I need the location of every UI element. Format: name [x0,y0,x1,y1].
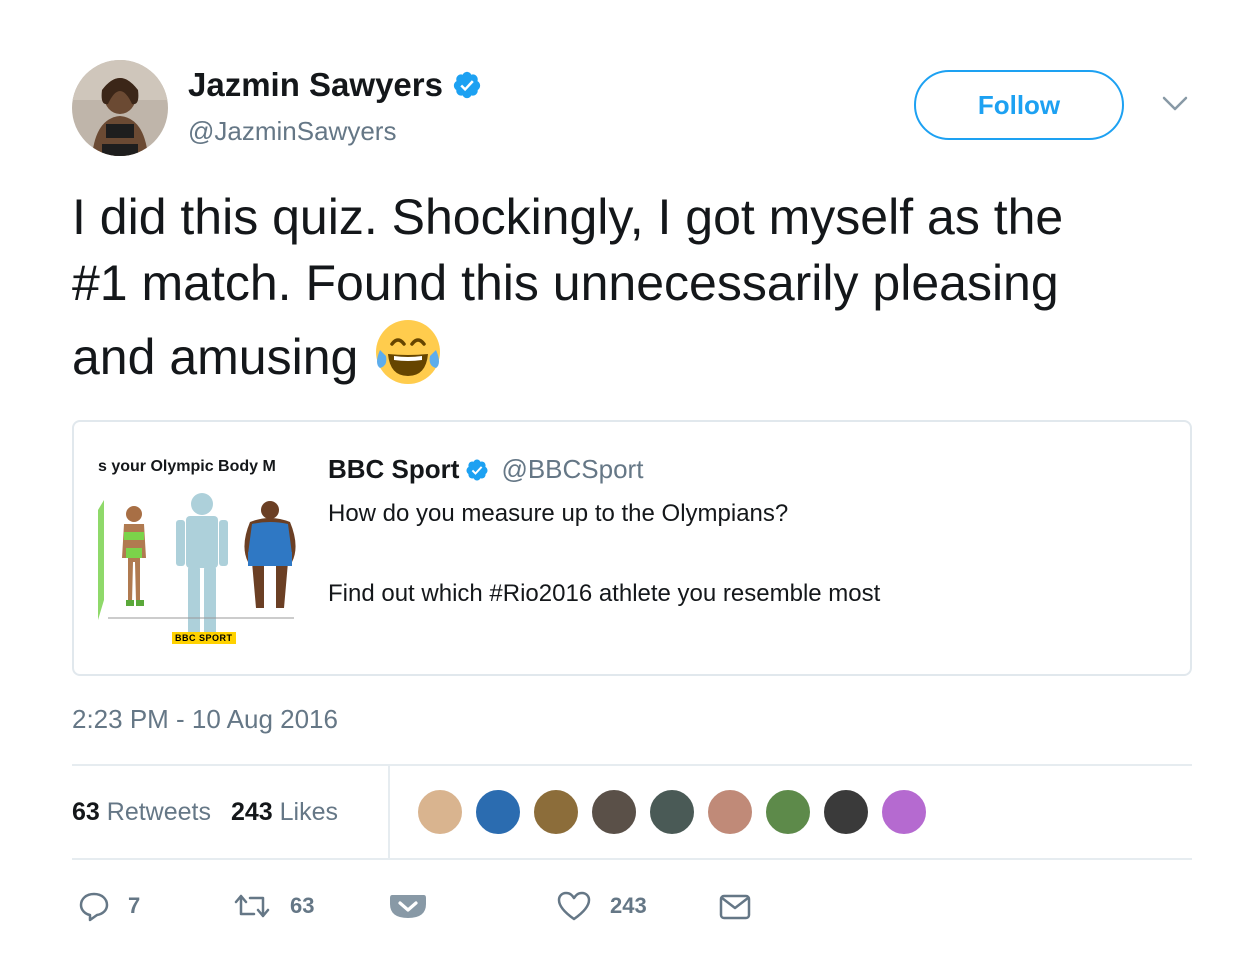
tweet-timestamp[interactable]: 2:23 PM - 10 Aug 2016 [72,704,338,735]
quoted-tweet-text: How do you measure up to the Olympians? … [328,494,880,614]
divider [72,858,1192,860]
quoted-text-line: Find out which #Rio2016 athlete you rese… [328,580,881,607]
author-name-text[interactable]: Jazmin Sawyers [188,66,443,104]
author-handle[interactable]: @JazminSawyers [188,116,396,147]
face-with-tears-of-joy-icon [376,320,441,384]
bbc-sport-logo: BBC SPORT [172,632,236,644]
tweet-text-line: I did this quiz. Shockingly, I got mysel… [72,189,1064,245]
likes-count: 243 [230,797,273,826]
retweets-label: Retweets [106,797,211,826]
quoted-text-spacer [328,534,880,574]
like-count: 243 [610,893,647,918]
liker-avatar[interactable] [532,788,580,836]
tweet-actions: 7 63 243 [78,884,778,928]
author-avatar[interactable] [72,60,168,156]
likes-label: Likes [279,797,339,826]
author-name[interactable]: Jazmin Sawyers [188,66,482,104]
liker-avatar[interactable] [474,788,522,836]
quoted-author-handle[interactable]: @BBCSport [501,454,643,485]
liker-avatar[interactable] [822,788,870,836]
retweets-count: 63 [72,797,100,826]
direct-message-button[interactable] [718,884,752,928]
pocket-button[interactable] [388,884,428,928]
stats-divider [388,766,390,858]
verified-badge-icon [453,71,481,99]
verified-badge-icon [466,459,488,480]
liker-avatar[interactable] [706,788,754,836]
liker-avatar[interactable] [416,788,464,836]
liker-avatar[interactable] [648,788,696,836]
reply-count: 7 [128,893,141,918]
retweet-icon [234,894,270,918]
liker-avatar[interactable] [764,788,812,836]
quoted-image-title: s your Olympic Body M [98,458,276,475]
tweet-text-line-last: and amusing [72,316,1202,390]
quoted-text-line: How do you measure up to the Olympians? [328,500,789,527]
like-button[interactable]: 243 [556,884,647,928]
likers-avatars [416,788,938,836]
likes-stat[interactable]: 243 Likes [231,798,338,827]
pocket-icon [390,895,426,918]
follow-button[interactable]: Follow [914,70,1124,140]
quoted-author-name[interactable]: BBC Sport [328,454,459,485]
tweet-text-line: #1 match. Found this unnecessarily pleas… [72,255,1059,311]
retweet-count: 63 [290,893,315,918]
retweet-button[interactable]: 63 [232,884,314,928]
olympic-bodies-illustration [98,493,296,636]
tweet-stats: 63 Retweets 243 Likes [72,766,358,858]
reply-button[interactable]: 7 [78,884,140,928]
liker-avatar[interactable] [880,788,928,836]
envelope-icon [719,894,751,920]
heart-icon [557,891,591,921]
reply-icon [79,892,109,922]
tweet-text: I did this quiz. Shockingly, I got mysel… [72,184,1202,390]
quoted-tweet-image[interactable]: s your Olympic Body M BBC SPORT [98,450,308,650]
retweets-stat[interactable]: 63 Retweets [72,798,211,827]
chevron-down-icon[interactable] [1160,92,1190,116]
liker-avatar[interactable] [590,788,638,836]
tweet-text-line-content: and amusing [72,329,359,385]
quoted-tweet-card[interactable]: s your Olympic Body M BBC SPORT BBC Spor… [72,420,1192,676]
quoted-tweet-header[interactable]: BBC Sport @BBCSport [328,454,643,485]
